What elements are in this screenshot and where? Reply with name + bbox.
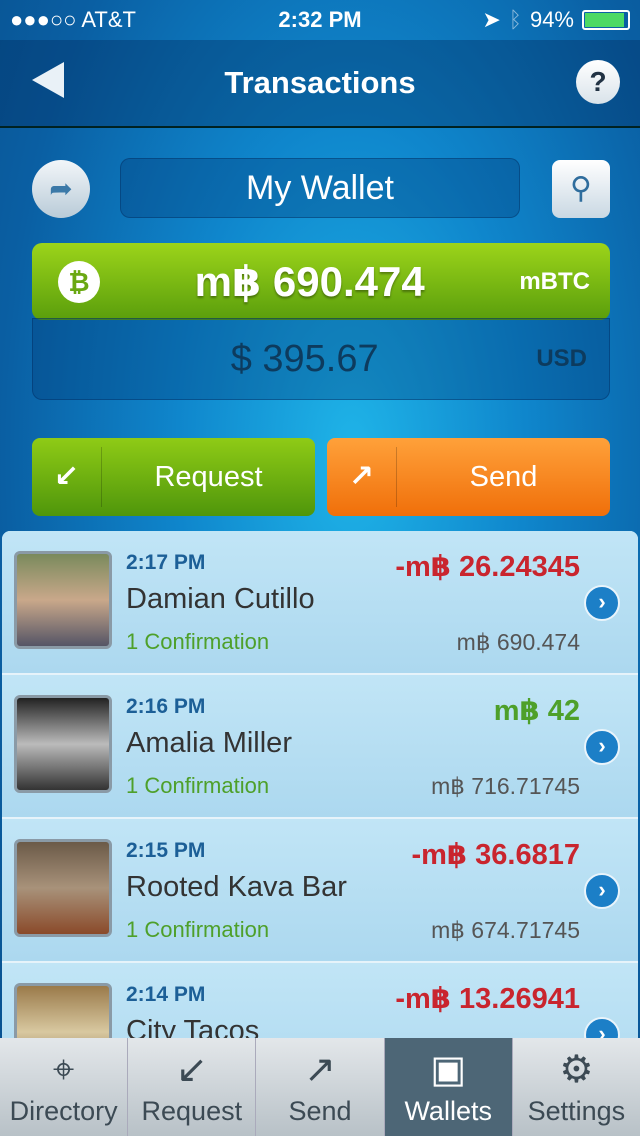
tab-label: Request bbox=[141, 1096, 243, 1126]
request-label: Request bbox=[154, 460, 263, 493]
status-bar: ●●●○○ AT&T 2:32 PM ➤ ᛒ 94% bbox=[0, 0, 640, 40]
tab-directory[interactable]: ⌖ Directory bbox=[0, 1038, 129, 1136]
amount: -m฿ 26.24345 bbox=[395, 551, 580, 583]
nav-bar: Transactions ? bbox=[0, 40, 640, 128]
arrow-down-left-icon: ↙ bbox=[175, 1049, 208, 1091]
name: Damian Cutillo bbox=[126, 583, 315, 615]
avatar bbox=[14, 695, 112, 793]
arrow-down-left-icon: ↙ bbox=[32, 447, 102, 507]
back-button[interactable] bbox=[32, 62, 64, 98]
time: 2:16 PM bbox=[126, 695, 206, 718]
amount: m฿ 42 bbox=[493, 695, 580, 727]
confirmations: 1 Confirmation bbox=[126, 917, 270, 942]
name: Amalia Miller bbox=[126, 727, 292, 759]
tab-label: Wallets bbox=[404, 1096, 492, 1126]
time: 2:15 PM bbox=[126, 839, 206, 862]
avatar bbox=[14, 839, 112, 937]
chevron-right-icon[interactable]: › bbox=[584, 873, 620, 909]
transaction-row[interactable]: 2:16 PM Amalia Miller 1 Confirmation m฿ … bbox=[2, 675, 638, 819]
chevron-right-icon[interactable]: › bbox=[584, 729, 620, 765]
wallet-icon: ▣ bbox=[430, 1049, 467, 1091]
tab-request[interactable]: ↙ Request bbox=[128, 1038, 257, 1136]
confirmations: 1 Confirmation bbox=[126, 629, 270, 654]
wallet-selector[interactable]: My Wallet bbox=[120, 158, 520, 218]
fiat-unit: USD bbox=[536, 345, 587, 372]
send-label: Send bbox=[469, 460, 538, 493]
time: 2:14 PM bbox=[126, 983, 206, 1006]
chevron-right-icon[interactable]: › bbox=[584, 585, 620, 621]
tab-label: Settings bbox=[527, 1096, 626, 1126]
btc-amount: m฿ 690.474 bbox=[194, 258, 425, 305]
btc-unit: mBTC bbox=[519, 267, 590, 295]
transaction-list: 2:17 PM Damian Cutillo 1 Confirmation -m… bbox=[2, 531, 638, 1041]
fiat-balance[interactable]: $ 395.67 USD bbox=[32, 318, 610, 400]
clock: 2:32 PM bbox=[278, 7, 362, 32]
tab-wallets[interactable]: ▣ Wallets bbox=[384, 1038, 513, 1136]
running-balance: m฿ 716.71745 bbox=[431, 773, 580, 799]
transaction-row[interactable]: 2:17 PM Damian Cutillo 1 Confirmation -m… bbox=[2, 531, 638, 675]
amount: -m฿ 36.6817 bbox=[411, 839, 580, 871]
request-button[interactable]: ↙ Request bbox=[32, 438, 315, 516]
bitcoin-icon: ₿ bbox=[58, 260, 100, 303]
confirmations: 1 Confirmation bbox=[126, 773, 270, 798]
bluetooth-icon: ᛒ bbox=[508, 7, 522, 32]
send-button[interactable]: ↗ Send bbox=[327, 438, 610, 516]
transaction-row[interactable]: 2:14 PM City Tacos -m฿ 13.26941 › bbox=[2, 963, 638, 1041]
search-button[interactable]: ⚲ bbox=[552, 160, 610, 218]
running-balance: m฿ 690.474 bbox=[456, 629, 580, 655]
tab-label: Send bbox=[288, 1096, 352, 1126]
arrow-up-right-icon: ↗ bbox=[304, 1049, 336, 1091]
tab-settings[interactable]: ⚙ Settings bbox=[513, 1038, 640, 1136]
transaction-row[interactable]: 2:15 PM Rooted Kava Bar 1 Confirmation -… bbox=[2, 819, 638, 963]
tab-send[interactable]: ↗ Send bbox=[256, 1038, 385, 1136]
running-balance: m฿ 674.71745 bbox=[431, 917, 580, 943]
map-pin-icon: ⌖ bbox=[52, 1049, 75, 1091]
name: Rooted Kava Bar bbox=[126, 871, 347, 903]
page-title: Transactions bbox=[224, 65, 416, 100]
amount: -m฿ 13.26941 bbox=[395, 983, 580, 1015]
gear-icon: ⚙ bbox=[559, 1049, 594, 1091]
share-button[interactable]: ➦ bbox=[32, 160, 90, 218]
avatar bbox=[14, 551, 112, 649]
time: 2:17 PM bbox=[126, 551, 206, 574]
arrow-up-right-icon: ↗ bbox=[327, 447, 397, 507]
help-button[interactable]: ? bbox=[576, 60, 620, 104]
tab-label: Directory bbox=[9, 1096, 118, 1126]
avatar bbox=[14, 983, 112, 1041]
btc-balance[interactable]: ₿ m฿ 690.474 mBTC bbox=[32, 243, 610, 320]
fiat-amount: $ 395.67 bbox=[230, 337, 379, 380]
tab-bar: ⌖ Directory ↙ Request ↗ Send ▣ Wallets ⚙ Sett… bbox=[0, 1038, 640, 1136]
